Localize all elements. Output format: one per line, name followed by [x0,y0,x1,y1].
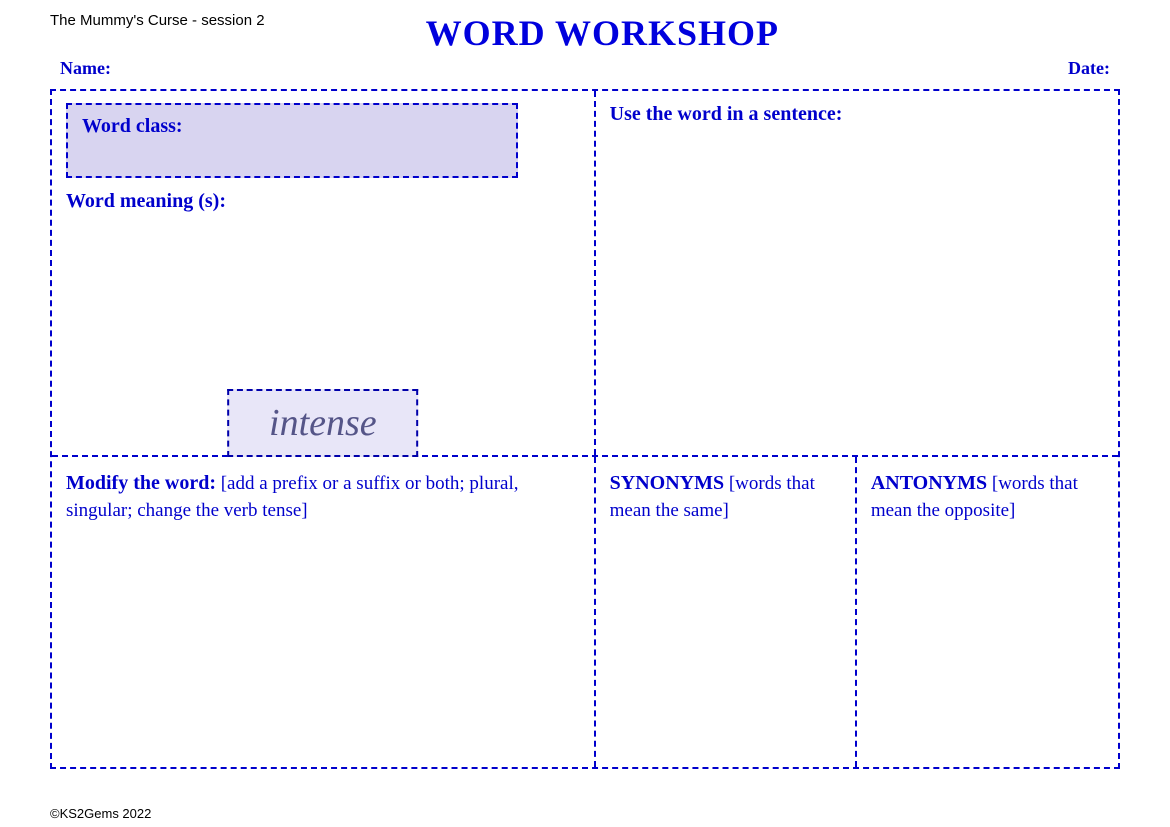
main-title: WORD WORKSHOP [265,12,940,54]
modify-column: Modify the word: [add a prefix or a suff… [52,457,596,767]
session-label: The Mummy's Curse - session 2 [50,12,265,29]
word-class-content [82,138,502,166]
use-word-label: Use the word in a sentence: [610,103,1104,126]
bottom-row: Modify the word: [add a prefix or a suff… [52,457,1118,767]
antonyms-bold: ANTONYMS [871,472,987,494]
word-meaning-label: Word meaning (s): [66,190,580,213]
synonyms-column: SYNONYMS [words that mean the same] [596,457,857,767]
modify-label: Modify the word: [add a prefix or a suff… [66,469,580,524]
main-grid: Word class: Word meaning (s): intense Us… [50,89,1120,769]
synonyms-bold: SYNONYMS [610,472,724,494]
antonyms-column: ANTONYMS [words that mean the opposite] [857,457,1118,767]
center-word-box: intense [227,389,419,457]
word-class-label: Word class: [82,115,183,137]
left-column: Word class: Word meaning (s): intense [52,91,596,455]
right-column: Use the word in a sentence: [596,91,1118,455]
synonyms-label: SYNONYMS [words that mean the same] [610,469,841,524]
name-label: Name: [60,58,111,79]
modify-bold: Modify the word: [66,472,216,494]
antonyms-label: ANTONYMS [words that mean the opposite] [871,469,1104,524]
footer-copyright: ©KS2Gems 2022 [50,806,151,821]
top-row: Word class: Word meaning (s): intense Us… [52,91,1118,457]
center-word-text: intense [269,402,377,444]
date-label: Date: [1068,58,1110,79]
word-class-box: Word class: [66,103,518,178]
center-word-container: intense [227,389,419,457]
